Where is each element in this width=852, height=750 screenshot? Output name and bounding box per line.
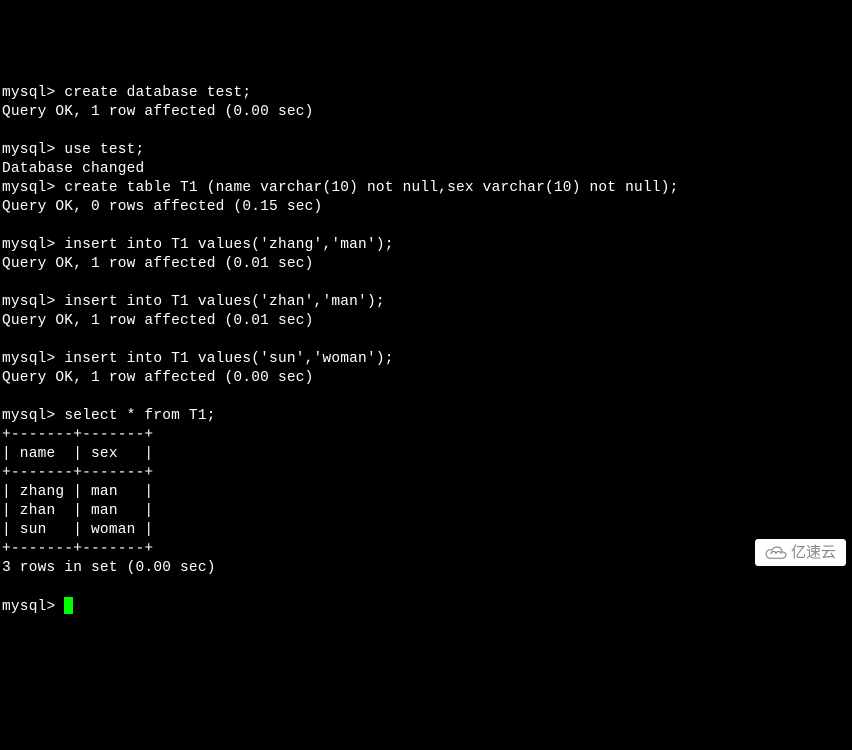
prompt: mysql> [2,408,64,424]
prompt: mysql> [2,599,64,615]
command-insert3: insert into T1 values('sun','woman'); [64,351,393,367]
result-create-db: Query OK, 1 row affected (0.00 sec) [2,104,314,120]
result-insert1: Query OK, 1 row affected (0.01 sec) [2,256,314,272]
command-use-db: use test; [64,142,144,158]
result-use-db: Database changed [2,161,144,177]
command-insert1: insert into T1 values('zhang','man'); [64,237,393,253]
terminal-output[interactable]: mysql> create database test; Query OK, 1… [2,84,850,617]
table-border: +-------+-------+ [2,427,153,443]
prompt: mysql> [2,237,64,253]
table-row: | sun | woman | [2,522,153,538]
table-border: +-------+-------+ [2,541,153,557]
prompt: mysql> [2,142,64,158]
prompt: mysql> [2,294,64,310]
cloud-icon [765,546,787,560]
prompt: mysql> [2,180,64,196]
table-footer: 3 rows in set (0.00 sec) [2,560,216,576]
command-insert2: insert into T1 values('zhan','man'); [64,294,384,310]
table-border: +-------+-------+ [2,465,153,481]
command-create-db: create database test; [64,85,251,101]
cursor [64,597,73,614]
prompt: mysql> [2,85,64,101]
watermark: 亿速云 [755,539,846,566]
table-row: | zhan | man | [2,503,153,519]
watermark-text: 亿速云 [791,543,836,562]
prompt: mysql> [2,351,64,367]
command-select: select * from T1; [64,408,215,424]
result-create-table: Query OK, 0 rows affected (0.15 sec) [2,199,322,215]
result-insert3: Query OK, 1 row affected (0.00 sec) [2,370,314,386]
result-insert2: Query OK, 1 row affected (0.01 sec) [2,313,314,329]
table-row: | zhang | man | [2,484,153,500]
command-create-table: create table T1 (name varchar(10) not nu… [64,180,678,196]
table-header: | name | sex | [2,446,153,462]
